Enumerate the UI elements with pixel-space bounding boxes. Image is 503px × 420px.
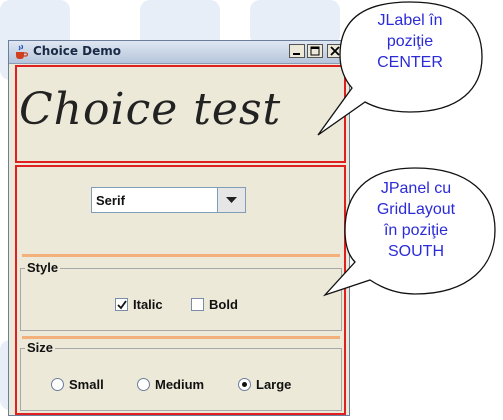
callout-line: poziţie [386,33,434,50]
callout-line: CENTER [377,54,443,71]
medium-label: Medium [155,377,205,392]
style-group: Style Italic Bold [20,260,342,331]
java-cup-icon [16,44,29,59]
choice-test-label: Choice test [19,84,282,135]
large-label: Large [256,377,292,392]
checkbox-box[interactable] [191,298,204,311]
center-label-highlight: Choice test [15,65,346,163]
separator [22,336,340,339]
size-group-title: Size [25,340,56,355]
label-callout-text: JLabel în poziţie CENTER [355,10,465,73]
title-bar[interactable]: Choice Demo [9,41,349,64]
close-button[interactable] [327,44,343,58]
combo-selected-value: Serif [96,193,125,208]
radio-selected-dot [242,382,247,387]
minimize-icon [293,53,300,55]
radio-circle[interactable] [238,378,251,391]
panel-callout-text: JPanel cu GridLayout în poziţie SOUTH [346,178,486,262]
small-label: Small [69,377,104,392]
callout-line: în poziţie [383,222,449,239]
separator [22,254,340,257]
maximize-button[interactable] [307,44,323,58]
radio-circle[interactable] [137,378,150,391]
combo-dropdown-button[interactable] [217,188,245,212]
chevron-down-icon [226,197,237,203]
window-title: Choice Demo [33,44,121,58]
callout-line: JLabel în [377,12,443,29]
background-decoration [250,0,340,45]
minimize-button[interactable] [289,44,305,58]
maximize-icon [310,46,320,56]
checkbox-box[interactable] [115,298,128,311]
callout-line: JPanel cu [380,180,452,197]
callout-line: SOUTH [388,243,444,260]
size-group: Size Small Medium Large [20,340,342,411]
bold-label: Bold [209,297,238,312]
style-group-title: Style [25,260,61,275]
radio-circle[interactable] [51,378,64,391]
font-choice-combo[interactable]: Serif [91,187,246,213]
callout-line: GridLayout [376,201,456,218]
close-icon [330,46,340,56]
checkmark-icon [117,300,127,310]
italic-label: Italic [133,297,163,312]
